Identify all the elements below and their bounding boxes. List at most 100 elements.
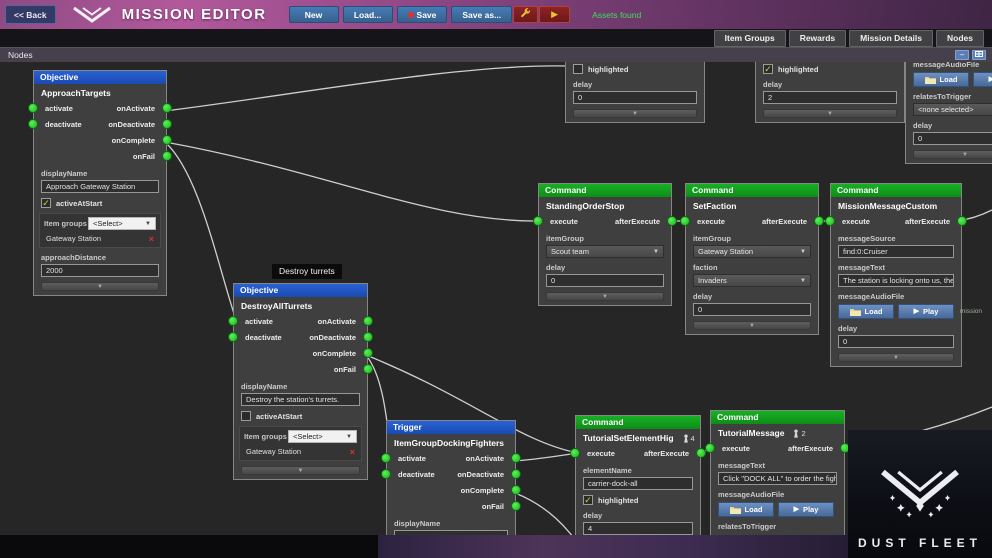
delay-input[interactable]: 0 xyxy=(913,132,992,145)
remove-icon[interactable]: × xyxy=(149,234,154,243)
itemGroup-select[interactable]: Gateway Station ▼ xyxy=(693,245,811,258)
port-onDeactivate[interactable] xyxy=(363,332,373,342)
collapse-button[interactable]: ▼ xyxy=(41,282,159,291)
highlighted-checkbox[interactable]: ✓ xyxy=(763,64,773,74)
node-header[interactable]: Command xyxy=(539,184,671,197)
port-activate[interactable] xyxy=(28,103,38,113)
port-execute[interactable] xyxy=(570,448,580,458)
itemGroup-select[interactable]: Scout team ▼ xyxy=(546,245,664,258)
settings-wrench-button[interactable] xyxy=(513,6,539,23)
node-canvas[interactable]: Destroy turrets DUST FLEET Objective App… xyxy=(0,62,992,558)
load-audio-button[interactable]: Load xyxy=(913,72,969,87)
port-execute[interactable] xyxy=(680,216,690,226)
port-deactivate[interactable] xyxy=(28,119,38,129)
port-onDeactivate[interactable] xyxy=(511,469,521,479)
collapse-button[interactable]: ▼ xyxy=(546,292,664,301)
command-mission-message-custom[interactable]: Command MissionMessageCustom execute afterE… xyxy=(825,183,982,367)
port-onFail[interactable] xyxy=(363,364,373,374)
delay-input[interactable]: 4 xyxy=(583,522,693,535)
port-activate[interactable] xyxy=(228,316,238,326)
activeAtStart-checkbox[interactable] xyxy=(241,411,251,421)
node-header[interactable]: Command xyxy=(711,411,844,424)
port-onFail[interactable] xyxy=(511,501,521,511)
panel-grid-button[interactable] xyxy=(972,50,986,60)
delay-input[interactable]: 0 xyxy=(546,274,664,287)
displayName-input[interactable]: Destroy the station's turrets. xyxy=(241,393,360,406)
load-audio-button[interactable]: Load xyxy=(838,304,894,319)
collapse-button[interactable]: ▼ xyxy=(693,321,811,330)
port-execute[interactable] xyxy=(825,216,835,226)
objective-approach-targets[interactable]: Objective ApproachTargets activate onActiva… xyxy=(28,70,172,296)
command-set-faction[interactable]: Command SetFaction execute afterExecute item… xyxy=(680,183,824,335)
objective-destroy-all-turrets[interactable]: Objective DestroyAllTurrets activate onActi… xyxy=(228,283,373,480)
messageText-input[interactable]: Click "DOCK ALL" to order the fighters t xyxy=(718,472,837,485)
relatesToTrigger-select[interactable]: <none selected>▼ xyxy=(913,103,992,116)
node-header[interactable]: Command xyxy=(831,184,961,197)
new-button[interactable]: New xyxy=(288,6,339,23)
collapse-button[interactable]: ▼ xyxy=(913,150,992,159)
play-audio-button[interactable]: ▶Play xyxy=(973,72,992,87)
clipped-node-top-right[interactable]: messageAudioFile Load ▶PlayrelatesToTrigge… xyxy=(905,62,992,164)
highlighted-checkbox[interactable] xyxy=(573,64,583,74)
port-onComplete[interactable] xyxy=(363,348,373,358)
messageSource-input[interactable]: find:0:Cruiser xyxy=(838,245,954,258)
node-header[interactable]: Command xyxy=(576,416,700,429)
clipped-node-top-middle[interactable]: ✓ highlighted delay 2 ▼ xyxy=(755,62,905,123)
port-onActivate[interactable] xyxy=(162,103,172,113)
command-tutorial-message[interactable]: Command TutorialMessage 2 execute afterExecu… xyxy=(705,410,850,536)
save-button[interactable]: Save xyxy=(396,6,448,23)
port-execute[interactable] xyxy=(533,216,543,226)
panel-minimize-button[interactable]: – xyxy=(955,50,969,60)
node-header[interactable]: Objective xyxy=(34,71,166,84)
delay-input[interactable]: 0 xyxy=(838,335,954,348)
port-onDeactivate[interactable] xyxy=(162,119,172,129)
port-afterExecute[interactable] xyxy=(957,216,967,226)
messageText-input[interactable]: The station is locking onto us, they've … xyxy=(838,274,954,287)
node-header[interactable]: Command xyxy=(686,184,818,197)
port-afterExecute[interactable] xyxy=(667,216,677,226)
tab-item-groups[interactable]: Item Groups xyxy=(713,29,786,47)
port-afterExecute[interactable] xyxy=(814,216,824,226)
trigger-item-group-docking-fighters[interactable]: Trigger ItemGroupDockingFighters activate o… xyxy=(381,420,521,548)
save-as-button[interactable]: Save as... xyxy=(451,6,513,23)
remove-icon[interactable]: × xyxy=(350,447,355,456)
load-mission-button[interactable]: Load... xyxy=(342,6,393,23)
port-deactivate[interactable] xyxy=(228,332,238,342)
collapse-button[interactable]: ▼ xyxy=(763,109,897,118)
port-onComplete[interactable] xyxy=(511,485,521,495)
command-tutorial-set-element-hig[interactable]: Command TutorialSetElementHig 4 execute afte… xyxy=(570,415,706,540)
port-activate[interactable] xyxy=(381,453,391,463)
collapse-button[interactable]: ▼ xyxy=(241,466,360,475)
port-deactivate[interactable] xyxy=(381,469,391,479)
item-groups-select[interactable]: <Select> ▼ xyxy=(88,217,156,230)
approachDistance-input[interactable]: 2000 xyxy=(41,264,159,277)
load-audio-button[interactable]: Load xyxy=(718,502,774,517)
collapse-button[interactable]: ▼ xyxy=(573,109,697,118)
delay-input[interactable]: 0 xyxy=(693,303,811,316)
play-audio-button[interactable]: ▶Play xyxy=(778,502,834,517)
play-audio-button[interactable]: ▶Play xyxy=(898,304,954,319)
port-onActivate[interactable] xyxy=(511,453,521,463)
port-onActivate[interactable] xyxy=(363,316,373,326)
activeAtStart-checkbox[interactable]: ✓ xyxy=(41,198,51,208)
tab-rewards[interactable]: Rewards xyxy=(788,29,847,47)
elementName-input[interactable]: carrier-dock-all xyxy=(583,477,693,490)
back-button[interactable]: << Back xyxy=(5,5,56,24)
run-mission-button[interactable]: ▶ xyxy=(539,6,571,23)
item-groups-select[interactable]: <Select> ▼ xyxy=(288,430,357,443)
port-onFail[interactable] xyxy=(162,151,172,161)
tab-mission-details[interactable]: Mission Details xyxy=(849,29,934,47)
port-onComplete[interactable] xyxy=(162,135,172,145)
command-standing-order-stop[interactable]: Command StandingOrderStop execute afterExec… xyxy=(533,183,677,306)
tab-nodes[interactable]: Nodes xyxy=(936,29,984,47)
port-execute[interactable] xyxy=(705,443,715,453)
node-header[interactable]: Trigger xyxy=(387,421,515,434)
displayName-input[interactable]: Approach Gateway Station xyxy=(41,180,159,193)
delay-input[interactable]: 2 xyxy=(763,91,897,104)
delay-input[interactable]: 0 xyxy=(573,91,697,104)
clipped-node-top-left[interactable]: highlighted delay 0 ▼ xyxy=(565,62,705,123)
highlighted-checkbox[interactable]: ✓ xyxy=(583,495,593,505)
faction-select[interactable]: Invaders ▼ xyxy=(693,274,811,287)
collapse-button[interactable]: ▼ xyxy=(838,353,954,362)
node-header[interactable]: Objective xyxy=(234,284,367,297)
